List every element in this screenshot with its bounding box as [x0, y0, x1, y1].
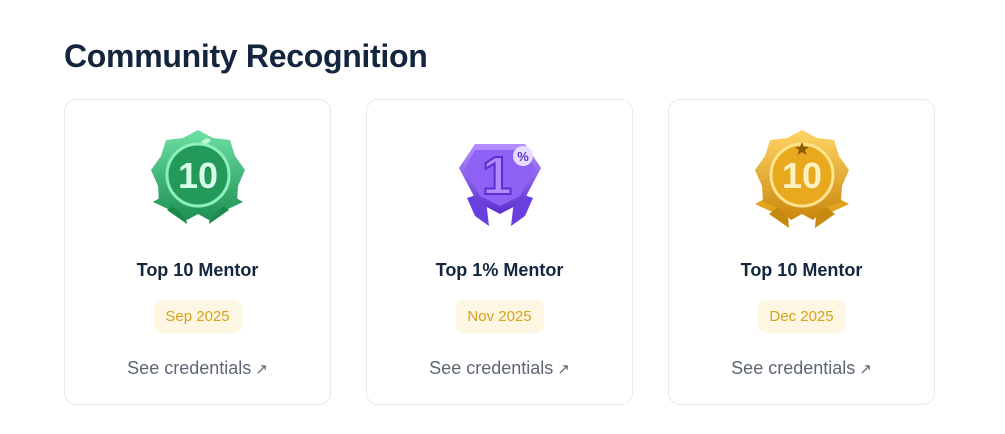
purple-top-1-percent-badge-icon: 1 % — [445, 124, 555, 236]
green-top-10-badge-icon: 10 — [143, 124, 253, 236]
recognition-card: 1 % Top 1% Mentor Nov 2025 See credentia… — [366, 99, 633, 405]
svg-text:10: 10 — [782, 155, 822, 196]
card-title: Top 10 Mentor — [136, 260, 259, 280]
see-credentials-link[interactable]: See credentials ↗ — [669, 358, 934, 379]
see-credentials-link[interactable]: See credentials ↗ — [367, 358, 632, 379]
see-credentials-label: See credentials — [731, 358, 856, 378]
svg-text:%: % — [517, 149, 529, 164]
external-arrow-icon: ↗ — [255, 361, 268, 378]
date-badge: Dec 2025 — [757, 300, 846, 333]
community-recognition-section: Community Recognition 10 Top 10 Mentor S… — [0, 0, 1005, 434]
card-title: Top 1% Mentor — [435, 260, 564, 280]
recognition-card: 10 Top 10 Mentor Dec 2025 See credential… — [668, 99, 935, 405]
svg-text:10: 10 — [178, 155, 218, 196]
date-badge: Nov 2025 — [455, 300, 544, 333]
recognition-card: 10 Top 10 Mentor Sep 2025 See credential… — [64, 99, 331, 405]
svg-text:1: 1 — [482, 146, 512, 206]
gold-top-10-badge-icon: 10 — [747, 124, 857, 236]
date-badge: Sep 2025 — [153, 300, 242, 333]
external-arrow-icon: ↗ — [557, 361, 570, 378]
see-credentials-link[interactable]: See credentials ↗ — [65, 358, 330, 379]
external-arrow-icon: ↗ — [859, 361, 872, 378]
see-credentials-label: See credentials — [429, 358, 554, 378]
recognition-cards: 10 Top 10 Mentor Sep 2025 See credential… — [64, 99, 935, 405]
section-title: Community Recognition — [64, 38, 428, 74]
card-title: Top 10 Mentor — [740, 260, 863, 280]
see-credentials-label: See credentials — [127, 358, 252, 378]
